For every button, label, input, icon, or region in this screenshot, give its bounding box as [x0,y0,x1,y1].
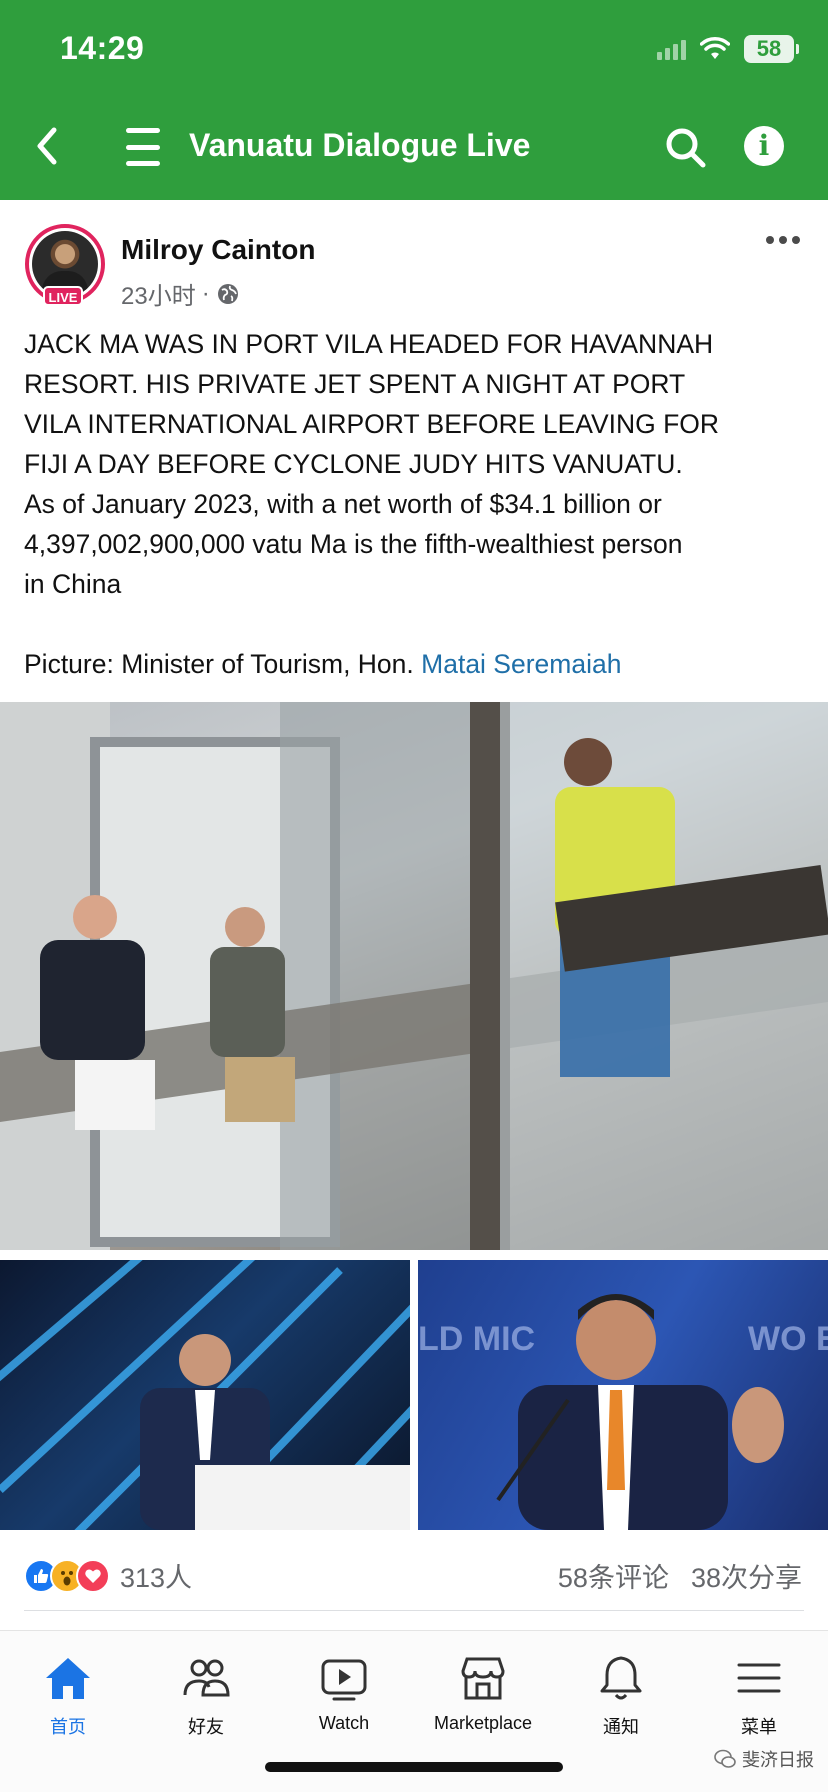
post-time[interactable]: 23小时 [121,276,196,311]
battery-indicator: 58 [744,35,799,63]
tab-friends[interactable]: 好友 [141,1653,271,1739]
tagged-person-link[interactable]: Matai Seremaiah [421,649,621,679]
bell-icon [600,1656,642,1700]
tab-marketplace[interactable]: Marketplace [418,1653,548,1734]
tab-menu[interactable]: 菜单 [694,1653,824,1739]
wifi-icon [700,37,730,61]
tab-label: 菜单 [741,1717,777,1737]
tab-label: 通知 [603,1717,639,1737]
post-meta: 23小时 · [121,276,240,311]
meta-separator: · [201,279,210,307]
tab-watch[interactable]: Watch [279,1653,409,1734]
home-indicator [265,1762,563,1772]
tab-label: 好友 [188,1717,224,1737]
page-title: Vanuatu Dialogue Live [189,127,531,163]
love-reaction-icon [76,1558,110,1593]
marketplace-icon [461,1657,505,1700]
back-button[interactable] [30,124,64,168]
svg-text:WO ECO: WO ECO [748,1320,828,1358]
menu-icon[interactable] [126,128,160,166]
status-indicators: 58 [657,32,799,66]
tab-label: Watch [318,1713,370,1733]
wechat-icon [714,1749,736,1768]
post-photo-stage[interactable] [0,1260,410,1530]
tab-home[interactable]: 首页 [3,1653,133,1739]
post-photo-airport[interactable] [0,702,828,1250]
signal-icon [657,38,686,60]
more-options-button[interactable] [766,236,806,250]
shares-count[interactable]: 38次分享 [691,1556,802,1595]
post-line: JACK MA WAS IN PORT VILA HEADED FOR HAVA… [24,329,714,359]
picture-credit: Picture: Minister of Tourism, Hon. Matai… [24,649,622,679]
comments-count[interactable]: 58条评论 [558,1556,669,1595]
info-icon[interactable]: i [744,126,784,166]
reactions-summary[interactable]: 313人 [24,1556,192,1595]
svg-text:LD MIC: LD MIC [418,1320,535,1358]
status-time: 14:29 [60,30,145,66]
menu-icon [737,1663,781,1693]
search-button[interactable] [664,126,708,170]
post-body: JACK MA WAS IN PORT VILA HEADED FOR HAVA… [24,324,814,684]
search-icon [666,128,706,168]
watermark: 斐济日报 [714,1746,814,1772]
post-line: in China [24,569,122,599]
post-photo-forum[interactable]: LD MIC WO ECO [418,1260,828,1530]
author-name[interactable]: Milroy Cainton [121,234,315,266]
post-stats: 58条评论 38次分享 [558,1556,802,1595]
divider [24,1610,804,1611]
post-line: As of January 2023, with a net worth of … [24,489,662,519]
watch-icon [321,1659,367,1701]
tab-label: Marketplace [433,1713,533,1733]
home-icon [46,1658,90,1699]
watermark-text: 斐济日报 [742,1750,814,1770]
post-line: VILA INTERNATIONAL AIRPORT BEFORE LEAVIN… [24,409,720,439]
app-header: 14:29 58 Vanuatu Dialogue Live i [0,0,828,200]
tab-label: 首页 [50,1717,86,1737]
post-line: 4,397,002,900,000 vatu Ma is the fifth-w… [24,529,683,559]
live-badge: LIVE [43,286,83,306]
reaction-count: 313人 [120,1563,193,1593]
globe-icon [217,283,238,304]
tab-notifications[interactable]: 通知 [556,1653,686,1739]
friends-icon [183,1659,230,1697]
chevron-left-icon [37,127,57,165]
post-line: RESORT. HIS PRIVATE JET SPENT A NIGHT AT… [24,369,686,399]
post-line: FIJI A DAY BEFORE CYCLONE JUDY HITS VANU… [24,449,683,479]
